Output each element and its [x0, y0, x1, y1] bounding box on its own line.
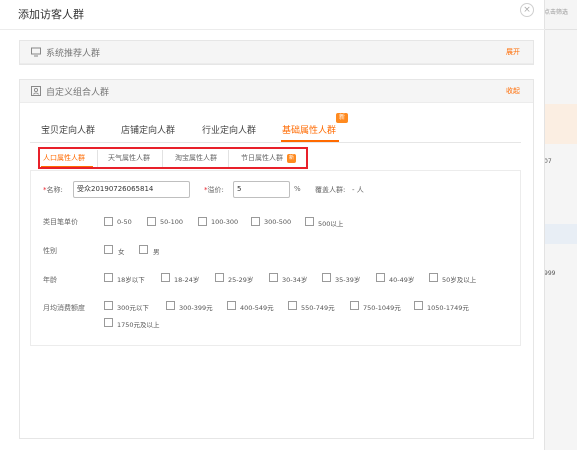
new-badge: 新 — [287, 154, 296, 163]
checkbox[interactable] — [166, 301, 175, 310]
checkbox-label: 1050-1749元 — [427, 304, 469, 312]
background-value: 999 — [544, 270, 556, 277]
checkbox[interactable] — [198, 217, 207, 226]
checkbox[interactable] — [269, 273, 278, 282]
spend-filter-label: 月均消费额度 — [43, 304, 85, 312]
subtab-taobao[interactable]: 淘宝属性人群 — [175, 153, 217, 163]
checkbox-label: 50岁及以上 — [442, 276, 477, 284]
checkbox[interactable] — [251, 217, 260, 226]
bid-unit: % — [294, 185, 301, 193]
add-visitor-audience-dialog: 添加访客人群 × 系统推荐人群 展开 自定义组合人群 收起 宝贝定向人群 店铺定… — [0, 0, 545, 450]
gender-filter-label: 性别 — [43, 247, 57, 255]
tabs-divider — [30, 142, 521, 143]
age-filter-label: 年龄 — [43, 276, 57, 284]
checkbox[interactable] — [322, 273, 331, 282]
checkbox-label: 男 — [153, 248, 160, 256]
dialog-title: 添加访客人群 — [18, 8, 84, 21]
name-input[interactable]: 受众20190726065814 — [73, 181, 190, 198]
subtab-separator — [162, 150, 163, 167]
checkbox-label: 500以上 — [318, 220, 344, 228]
subtab-demographic[interactable]: 人口属性人群 — [43, 153, 85, 163]
checkbox[interactable] — [104, 301, 113, 310]
checkbox[interactable] — [215, 273, 224, 282]
subtab-weather[interactable]: 天气属性人群 — [108, 153, 150, 163]
subtab-separator — [228, 150, 229, 167]
checkbox[interactable] — [350, 301, 359, 310]
checkbox[interactable] — [414, 301, 423, 310]
checkbox-label: 0-50 — [117, 218, 132, 226]
checkbox-label: 100-300 — [211, 218, 239, 226]
checkbox[interactable] — [104, 273, 113, 282]
checkbox-label: 1750元及以上 — [117, 321, 160, 329]
checkbox-label: 女 — [118, 248, 125, 256]
subtab-holiday[interactable]: 节日属性人群 — [241, 153, 283, 163]
checkbox[interactable] — [376, 273, 385, 282]
tab-industry-audience[interactable]: 行业定向人群 — [202, 123, 256, 136]
checkbox-label: 300-500 — [264, 218, 292, 226]
checkbox[interactable] — [139, 245, 148, 254]
checkbox-label: 18岁以下 — [117, 276, 145, 284]
checkbox[interactable] — [288, 301, 297, 310]
audience-coverage-value: - 人 — [352, 186, 364, 194]
custom-audience-label: 自定义组合人群 — [46, 88, 110, 98]
close-icon[interactable]: × — [520, 3, 534, 17]
expand-link[interactable]: 展开 — [506, 47, 520, 57]
checkbox-label: 400-549元 — [240, 304, 274, 312]
active-tab-indicator — [281, 140, 339, 142]
checkbox[interactable] — [227, 301, 236, 310]
checkbox-label: 40-49岁 — [389, 276, 415, 284]
checkbox[interactable] — [104, 217, 113, 226]
tab-item-audience[interactable]: 宝贝定向人群 — [41, 123, 95, 136]
monitor-icon — [31, 47, 41, 57]
checkbox[interactable] — [429, 273, 438, 282]
background-filter-label: 点击筛选 — [544, 9, 569, 16]
background-value: 07 — [544, 158, 552, 165]
checkbox-label: 30-34岁 — [282, 276, 308, 284]
audience-coverage-label: 覆盖人群: — [315, 186, 346, 194]
tab-shop-audience[interactable]: 店铺定向人群 — [121, 123, 175, 136]
checkbox-label: 300-399元 — [179, 304, 213, 312]
recommended-audience-header[interactable]: 系统推荐人群 展开 — [20, 41, 533, 64]
checkbox-label: 550-749元 — [301, 304, 335, 312]
checkbox-label: 300元以下 — [117, 304, 149, 312]
collapse-link[interactable]: 收起 — [506, 86, 520, 96]
checkbox-label: 50-100 — [160, 218, 184, 226]
recommended-audience-label: 系统推荐人群 — [46, 49, 101, 59]
checkbox-label: 750-1049元 — [363, 304, 401, 312]
recommended-audience-section: 系统推荐人群 展开 — [19, 40, 534, 65]
custom-audience-header[interactable]: 自定义组合人群 收起 — [20, 80, 533, 103]
checkbox[interactable] — [147, 217, 156, 226]
price-filter-label: 类目笔单价 — [43, 218, 78, 226]
checkbox[interactable] — [161, 273, 170, 282]
new-badge: 新 — [336, 113, 348, 123]
subtab-separator — [97, 150, 98, 167]
checkbox-label: 18-24岁 — [174, 276, 200, 284]
divider — [0, 29, 545, 30]
tab-basic-attribute-audience[interactable]: 基础属性人群 — [282, 123, 336, 136]
checkbox-label: 25-29岁 — [228, 276, 254, 284]
bid-input[interactable]: 5 — [233, 181, 290, 198]
checkbox[interactable] — [104, 318, 113, 327]
bid-label: *溢价: — [204, 186, 224, 194]
checkbox-label: 35-39岁 — [335, 276, 361, 284]
checkbox[interactable] — [104, 245, 113, 254]
user-card-icon — [31, 86, 41, 96]
active-subtab-indicator — [41, 166, 93, 167]
name-label: *名称: — [43, 186, 63, 194]
checkbox[interactable] — [305, 217, 314, 226]
